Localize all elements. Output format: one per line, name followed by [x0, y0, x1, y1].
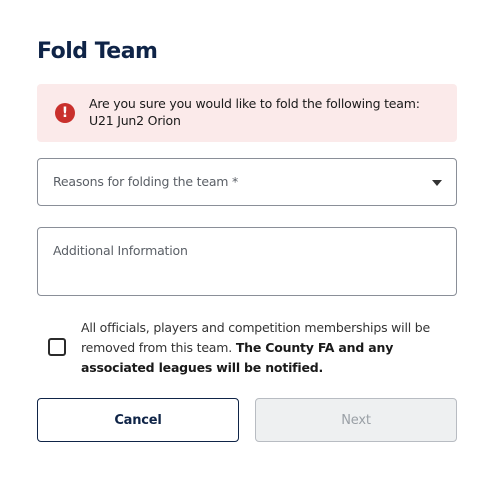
additional-information-placeholder: Additional Information: [53, 243, 188, 258]
cancel-button[interactable]: Cancel: [37, 398, 239, 442]
confirm-checkbox[interactable]: [48, 338, 66, 356]
alert-message: Are you sure you would like to fold the …: [89, 96, 420, 128]
next-button[interactable]: Next: [255, 398, 457, 442]
dialog-title: Fold Team: [37, 39, 158, 64]
additional-information-field[interactable]: Additional Information: [37, 227, 457, 296]
fold-reason-label: Reasons for folding the team *: [53, 174, 239, 189]
warning-alert: ! Are you sure you would like to fold th…: [37, 84, 457, 142]
exclamation-circle-icon: !: [55, 103, 75, 123]
fold-team-dialog: Fold Team ! Are you sure you would like …: [0, 0, 494, 482]
caret-down-icon: [432, 180, 442, 186]
fold-reason-select[interactable]: Reasons for folding the team *: [37, 158, 457, 206]
confirm-checkbox-label[interactable]: All officials, players and competition m…: [81, 318, 459, 378]
